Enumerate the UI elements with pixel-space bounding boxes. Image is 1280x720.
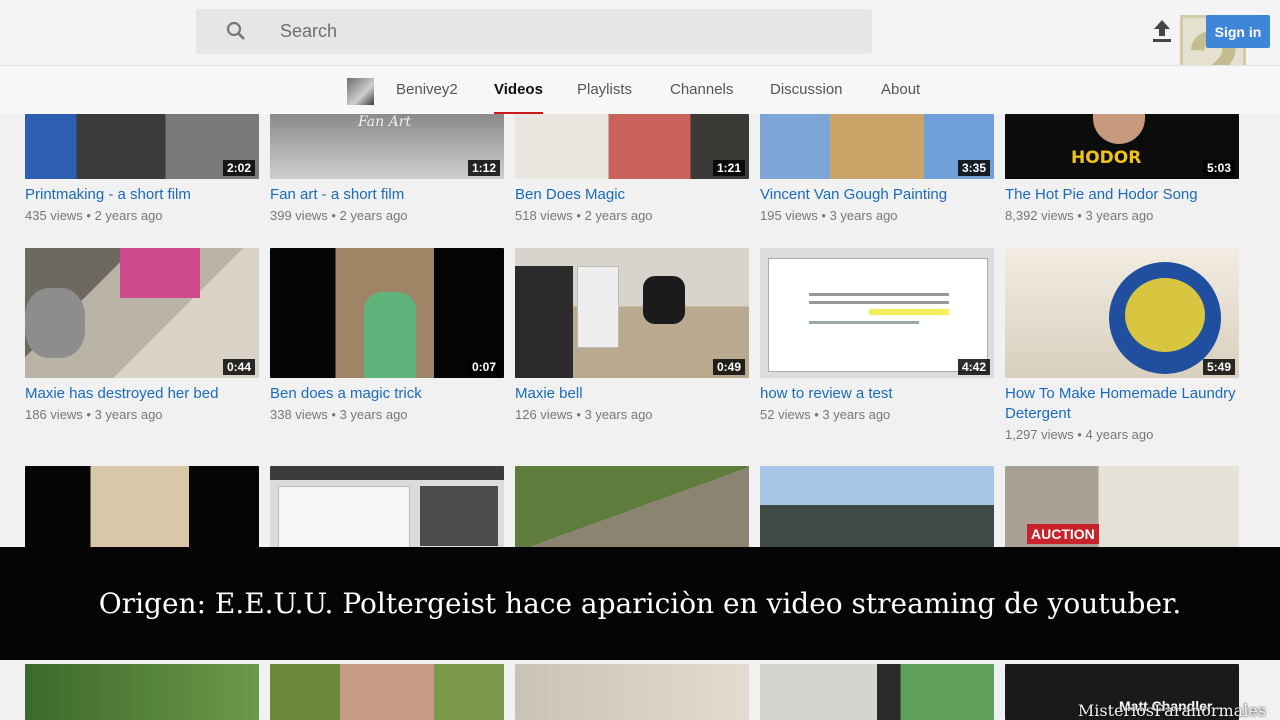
thumb-auction-sign: AUCTION xyxy=(1027,524,1099,544)
view-count: 52 views xyxy=(760,407,811,422)
upload-age: 3 years ago xyxy=(822,407,891,422)
video-meta: 435 views • 2 years ago xyxy=(25,208,163,223)
video-thumbnail[interactable] xyxy=(270,664,504,720)
video-thumbnail[interactable] xyxy=(760,664,994,720)
video-thumbnail[interactable]: 5:49 xyxy=(1005,248,1239,378)
upload-age: 3 years ago xyxy=(94,407,163,422)
view-count: 1,297 views xyxy=(1005,427,1074,442)
video-meta: 338 views • 3 years ago xyxy=(270,407,408,422)
upload-age: 3 years ago xyxy=(1085,208,1154,223)
thumb-face xyxy=(1093,114,1145,144)
thumb-bowl xyxy=(25,288,85,358)
thumb-bed xyxy=(120,248,200,298)
duration-badge: 3:35 xyxy=(957,160,990,176)
video-thumbnail[interactable]: 0:07 xyxy=(270,248,504,378)
tab-videos[interactable]: Videos xyxy=(494,81,543,115)
channel-watermark-text: MisteriosParanormales xyxy=(1077,701,1266,720)
search-input[interactable]: Search xyxy=(280,21,337,42)
upload-age: 2 years ago xyxy=(339,208,408,223)
upload-age: 3 years ago xyxy=(339,407,408,422)
video-thumbnail[interactable]: 4:42 xyxy=(760,248,994,378)
video-meta: 399 views • 2 years ago xyxy=(270,208,408,223)
upload-age: 3 years ago xyxy=(584,407,653,422)
view-count: 195 views xyxy=(760,208,818,223)
video-thumbnail[interactable]: 0:49 xyxy=(515,248,749,378)
video-meta: 52 views • 3 years ago xyxy=(760,407,891,422)
subtitle-caption: Origen: E.E.U.U. Poltergeist hace aparic… xyxy=(0,547,1280,660)
channel-tabs: Benivey2 Videos Playlists Channels Discu… xyxy=(0,65,1280,116)
tab-channel-name[interactable]: Benivey2 xyxy=(396,81,458,98)
caption-text: Origen: E.E.U.U. Poltergeist hace aparic… xyxy=(98,587,1182,620)
view-count: 399 views xyxy=(270,208,328,223)
duration-badge: 4:42 xyxy=(957,359,990,375)
video-title[interactable]: Ben does a magic trick xyxy=(270,384,504,404)
thumb-person xyxy=(364,292,416,378)
duration-badge: 2:02 xyxy=(222,160,255,176)
view-count: 338 views xyxy=(270,407,328,422)
tab-channels[interactable]: Channels xyxy=(670,81,733,98)
video-meta: 195 views • 3 years ago xyxy=(760,208,898,223)
duration-badge: 0:07 xyxy=(467,359,500,375)
thumb-stove xyxy=(515,266,573,378)
video-thumbnail[interactable]: 0:44 xyxy=(25,248,259,378)
duration-badge: 1:12 xyxy=(467,160,500,176)
duration-badge: 0:49 xyxy=(712,359,745,375)
duration-badge: 5:49 xyxy=(1202,359,1235,375)
video-thumbnail[interactable] xyxy=(515,664,749,720)
upload-age: 2 years ago xyxy=(584,208,653,223)
sign-in-button[interactable]: Sign in xyxy=(1206,15,1270,48)
search-box[interactable]: Search xyxy=(196,9,872,54)
video-title[interactable]: Fan art - a short film xyxy=(270,185,504,205)
view-count: 435 views xyxy=(25,208,83,223)
video-thumbnail[interactable]: HODOR 5:03 xyxy=(1005,114,1239,179)
thumb-cabinet xyxy=(577,266,619,348)
video-title[interactable]: The Hot Pie and Hodor Song xyxy=(1005,185,1239,205)
thumb-detergent xyxy=(1125,278,1205,352)
video-title[interactable]: Maxie bell xyxy=(515,384,749,404)
video-title[interactable]: Maxie has destroyed her bed xyxy=(25,384,259,404)
duration-badge: 0:44 xyxy=(222,359,255,375)
duration-badge: 1:21 xyxy=(712,160,745,176)
top-bar: Search 2 Sign in xyxy=(0,0,1280,131)
video-meta: 1,297 views • 4 years ago xyxy=(1005,427,1154,442)
search-icon[interactable] xyxy=(226,21,246,41)
thumb-dog xyxy=(643,276,685,324)
video-title[interactable]: Ben Does Magic xyxy=(515,185,749,205)
avatar[interactable] xyxy=(347,78,374,105)
video-thumbnail[interactable]: 2:02 xyxy=(25,114,259,179)
upload-icon[interactable] xyxy=(1150,18,1174,44)
video-meta: 518 views • 2 years ago xyxy=(515,208,653,223)
duration-badge: 5:03 xyxy=(1202,160,1235,176)
video-thumbnail[interactable]: 1:21 xyxy=(515,114,749,179)
video-title[interactable]: Printmaking - a short film xyxy=(25,185,259,205)
view-count: 8,392 views xyxy=(1005,208,1074,223)
video-title[interactable]: how to review a test xyxy=(760,384,994,404)
upload-age: 2 years ago xyxy=(94,208,163,223)
tab-about[interactable]: About xyxy=(881,81,920,98)
video-title[interactable]: Vincent Van Gough Painting xyxy=(760,185,994,205)
thumb-document xyxy=(768,258,988,372)
upload-age: 3 years ago xyxy=(829,208,898,223)
video-meta: 8,392 views • 3 years ago xyxy=(1005,208,1154,223)
video-thumbnail[interactable]: Fan Art 1:12 xyxy=(270,114,504,179)
view-count: 126 views xyxy=(515,407,573,422)
thumb-hodor-text: HODOR xyxy=(1071,148,1142,168)
view-count: 518 views xyxy=(515,208,573,223)
view-count: 186 views xyxy=(25,407,83,422)
thumb-overlay-text: Fan Art xyxy=(358,114,412,130)
video-thumbnail[interactable]: 3:35 xyxy=(760,114,994,179)
video-title[interactable]: How To Make Homemade Laundry Detergent xyxy=(1005,384,1239,424)
tab-playlists[interactable]: Playlists xyxy=(577,81,632,98)
video-thumbnail[interactable] xyxy=(25,664,259,720)
upload-age: 4 years ago xyxy=(1085,427,1154,442)
video-meta: 186 views • 3 years ago xyxy=(25,407,163,422)
video-meta: 126 views • 3 years ago xyxy=(515,407,653,422)
tab-discussion[interactable]: Discussion xyxy=(770,81,843,98)
